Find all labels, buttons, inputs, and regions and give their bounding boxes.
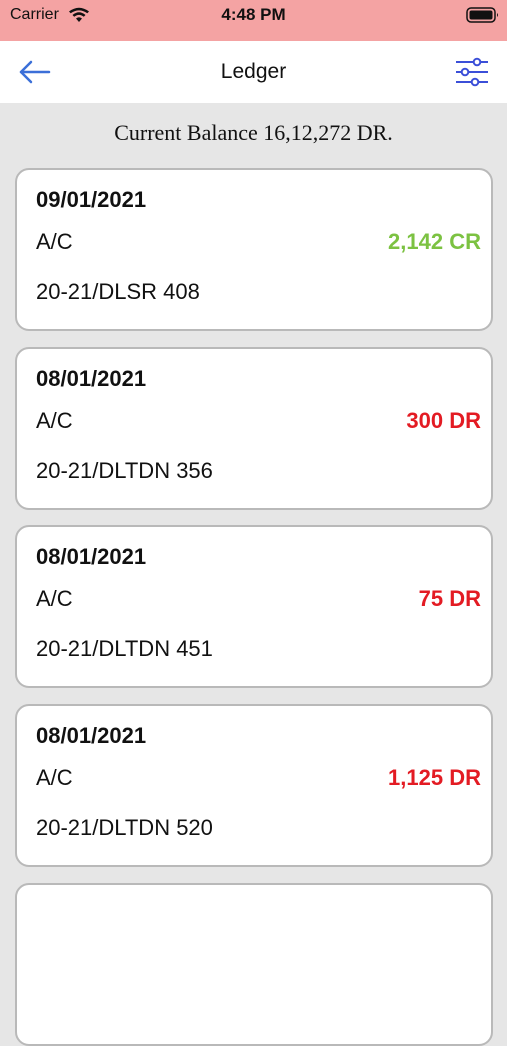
entry-account: A/C <box>36 586 73 611</box>
battery-icon <box>466 7 498 23</box>
ledger-entry-card[interactable]: 08/01/2021 A/C 1,125 DR 20-21/DLTDN 520 <box>15 704 493 867</box>
ledger-entry-card[interactable]: 09/01/2021 A/C 2,142 CR 20-21/DLSR 408 <box>15 168 493 331</box>
entry-date: 09/01/2021 <box>36 187 147 212</box>
entry-reference: 20-21/DLTDN 451 <box>36 636 213 661</box>
entry-account: A/C <box>36 229 73 254</box>
entry-amount: 300 DR <box>406 408 481 433</box>
ledger-entry-card[interactable] <box>15 883 493 1046</box>
entry-date: 08/01/2021 <box>36 544 147 569</box>
entry-amount: 2,142 CR <box>388 229 481 254</box>
status-time: 4:48 PM <box>221 5 286 24</box>
filter-sliders-icon[interactable] <box>453 56 491 88</box>
ledger-entry-card[interactable]: 08/01/2021 A/C 75 DR 20-21/DLTDN 451 <box>15 525 493 688</box>
status-bar: Carrier 4:48 PM <box>0 0 507 41</box>
entry-reference: 20-21/DLTDN 520 <box>36 815 213 840</box>
entry-reference: 20-21/DLSR 408 <box>36 279 200 304</box>
entry-date: 08/01/2021 <box>36 366 147 391</box>
entry-amount: 75 DR <box>418 586 481 611</box>
navigation-bar: Ledger <box>0 41 507 103</box>
entry-amount: 1,125 DR <box>388 765 481 790</box>
page-title: Ledger <box>220 60 287 83</box>
balance-summary: Current Balance 16,12,272 DR. <box>0 103 507 165</box>
current-balance-text: Current Balance 16,12,272 DR. <box>114 120 393 145</box>
entry-account: A/C <box>36 765 73 790</box>
entry-date: 08/01/2021 <box>36 723 147 748</box>
entry-account: A/C <box>36 408 73 433</box>
entry-reference: 20-21/DLTDN 356 <box>36 458 213 483</box>
ledger-entry-card[interactable]: 08/01/2021 A/C 300 DR 20-21/DLTDN 356 <box>15 347 493 510</box>
